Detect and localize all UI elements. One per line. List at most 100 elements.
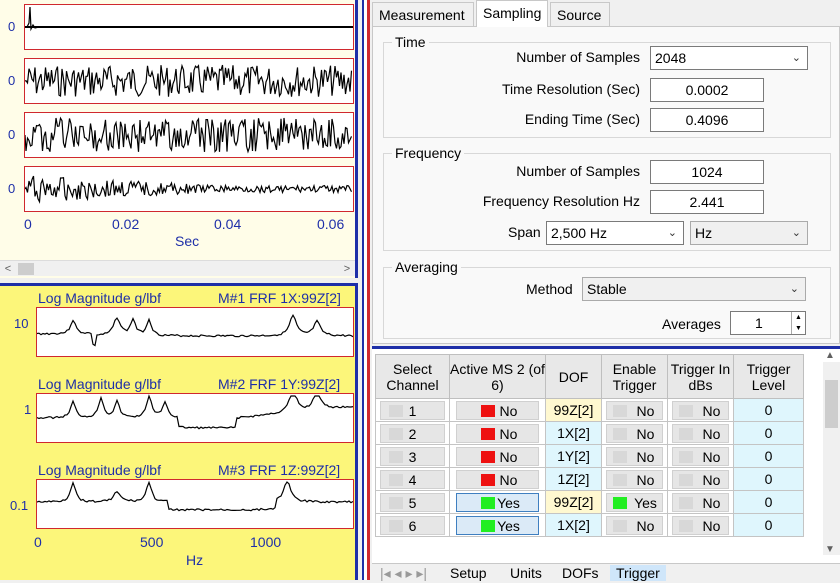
trigger-in-dbs-toggle[interactable]: No (671, 515, 730, 535)
dof-cell[interactable]: 1X[2] (545, 513, 602, 537)
active-toggle[interactable]: Yes (455, 492, 540, 512)
table-row: 2 No 1X[2] No No 0 (375, 421, 804, 445)
pane-splitter[interactable] (362, 0, 370, 580)
spin-down-icon[interactable]: ▼ (791, 323, 805, 334)
select-channel-cell[interactable]: 6 (375, 513, 450, 537)
select-channel-button[interactable]: 2 (380, 423, 445, 443)
trigger-in-dbs-toggle[interactable]: No (671, 423, 730, 443)
trigger-in-dbs-toggle[interactable]: No (671, 400, 730, 420)
enable-trigger-toggle[interactable]: Yes (605, 492, 664, 512)
select-channel-button[interactable]: 1 (380, 400, 445, 420)
dof-cell[interactable]: 99Z[2] (545, 490, 602, 514)
trigger-in-dbs-cell[interactable]: No (667, 467, 734, 491)
active-toggle[interactable]: No (455, 400, 540, 420)
enable-trigger-toggle[interactable]: No (605, 469, 664, 489)
trigger-in-dbs-toggle[interactable]: No (671, 446, 730, 466)
select-channel-button[interactable]: 5 (380, 492, 445, 512)
tab-source[interactable]: Source (550, 2, 610, 27)
enable-trigger-cell[interactable]: No (601, 513, 668, 537)
sheet-tab-dofs[interactable]: DOFs (556, 565, 605, 581)
enable-trigger-toggle[interactable]: No (605, 446, 664, 466)
active-ms-cell[interactable]: No (449, 421, 546, 445)
sheet-tab-trigger[interactable]: Trigger (610, 565, 666, 581)
channel-number: 3 (408, 448, 417, 465)
active-toggle[interactable]: No (455, 423, 540, 443)
scroll-thumb[interactable] (18, 263, 34, 275)
col-active-ms[interactable]: Active MS 2 (of 6) (449, 354, 546, 399)
active-toggle[interactable]: No (455, 469, 540, 489)
trigger-level-cell[interactable]: 0 (733, 421, 804, 445)
active-ms-cell[interactable]: No (449, 398, 546, 422)
select-channel-cell[interactable]: 2 (375, 421, 450, 445)
averages-spinner[interactable]: 1 ▲ ▼ (730, 311, 806, 335)
active-ms-cell[interactable]: Yes (449, 490, 546, 514)
select-channel-cell[interactable]: 4 (375, 467, 450, 491)
trigger-in-dbs-cell[interactable]: No (667, 444, 734, 468)
select-channel-cell[interactable]: 5 (375, 490, 450, 514)
active-toggle[interactable]: Yes (455, 515, 540, 535)
select-channel-cell[interactable]: 1 (375, 398, 450, 422)
dof-cell[interactable]: 1Z[2] (545, 467, 602, 491)
col-trigger-level[interactable]: Trigger Level (733, 354, 804, 399)
trigger-in-dbs-cell[interactable]: No (667, 490, 734, 514)
ending-time-field[interactable]: 0.4096 (650, 108, 764, 132)
enable-trigger-toggle[interactable]: No (605, 400, 664, 420)
enable-trigger-toggle[interactable]: No (605, 423, 664, 443)
trigger-in-dbs-value: No (702, 517, 721, 534)
method-dropdown[interactable]: Stable ⌄ (582, 277, 806, 301)
time-resolution-field[interactable]: 0.0002 (650, 78, 764, 102)
trigger-in-dbs-toggle[interactable]: No (671, 492, 730, 512)
sheet-tab-setup[interactable]: Setup (444, 565, 493, 581)
tab-measurement[interactable]: Measurement (372, 2, 474, 27)
enable-trigger-cell[interactable]: Yes (601, 490, 668, 514)
spin-up-icon[interactable]: ▲ (791, 312, 805, 323)
tab-sampling[interactable]: Sampling (476, 0, 548, 27)
trigger-in-dbs-cell[interactable]: No (667, 421, 734, 445)
sheet-tab-units[interactable]: Units (504, 565, 548, 581)
col-dof[interactable]: DOF (545, 354, 602, 399)
time-num-samples-dropdown[interactable]: 2048 ⌄ (650, 46, 808, 70)
dof-cell[interactable]: 99Z[2] (545, 398, 602, 422)
trigger-in-dbs-cell[interactable]: No (667, 513, 734, 537)
trigger-in-dbs-toggle[interactable]: No (671, 469, 730, 489)
select-channel-button[interactable]: 6 (380, 515, 445, 535)
active-ms-cell[interactable]: Yes (449, 513, 546, 537)
dof-cell[interactable]: 1Y[2] (545, 444, 602, 468)
enable-trigger-cell[interactable]: No (601, 421, 668, 445)
frf-x-tick-2: 1000 (250, 534, 282, 550)
enable-trigger-cell[interactable]: No (601, 398, 668, 422)
grid-vertical-scrollbar[interactable]: ▲ ▼ (823, 350, 840, 555)
freq-resolution-field[interactable]: 2.441 (650, 190, 764, 214)
enable-trigger-toggle[interactable]: No (605, 515, 664, 535)
trigger-level-cell[interactable]: 0 (733, 513, 804, 537)
col-enable-trigger[interactable]: Enable Trigger (601, 354, 668, 399)
trigger-level-cell[interactable]: 0 (733, 398, 804, 422)
frf-2-title-right: M#2 FRF 1Y:99Z[2] (218, 376, 341, 392)
col-select-channel[interactable]: Select Channel (375, 354, 450, 399)
time-horizontal-scrollbar[interactable]: < > (0, 260, 355, 276)
time-x-tick-0: 0 (24, 216, 32, 232)
active-ms-cell[interactable]: No (449, 467, 546, 491)
trigger-level-cell[interactable]: 0 (733, 444, 804, 468)
freq-num-samples-field[interactable]: 1024 (650, 160, 764, 184)
scroll-up-icon[interactable]: ▲ (825, 350, 835, 361)
select-channel-button[interactable]: 4 (380, 469, 445, 489)
scroll-right-icon[interactable]: > (339, 261, 355, 277)
trigger-level-cell[interactable]: 0 (733, 467, 804, 491)
dof-cell[interactable]: 1X[2] (545, 421, 602, 445)
active-ms-cell[interactable]: No (449, 444, 546, 468)
grid-scroll-thumb[interactable] (825, 380, 838, 428)
enable-trigger-cell[interactable]: No (601, 467, 668, 491)
scroll-left-icon[interactable]: < (0, 261, 16, 277)
span-dropdown[interactable]: 2,500 Hz ⌄ (546, 221, 684, 245)
sheet-nav-icon[interactable]: |◂ ◂ ▸ ▸| (374, 565, 433, 582)
trigger-in-dbs-cell[interactable]: No (667, 398, 734, 422)
trigger-level-cell[interactable]: 0 (733, 490, 804, 514)
col-trigger-in-dbs[interactable]: Trigger In dBs (667, 354, 734, 399)
scroll-down-icon[interactable]: ▼ (825, 544, 835, 555)
enable-trigger-cell[interactable]: No (601, 444, 668, 468)
select-channel-cell[interactable]: 3 (375, 444, 450, 468)
active-toggle[interactable]: No (455, 446, 540, 466)
select-channel-button[interactable]: 3 (380, 446, 445, 466)
span-unit-dropdown[interactable]: Hz ⌄ (690, 221, 808, 245)
